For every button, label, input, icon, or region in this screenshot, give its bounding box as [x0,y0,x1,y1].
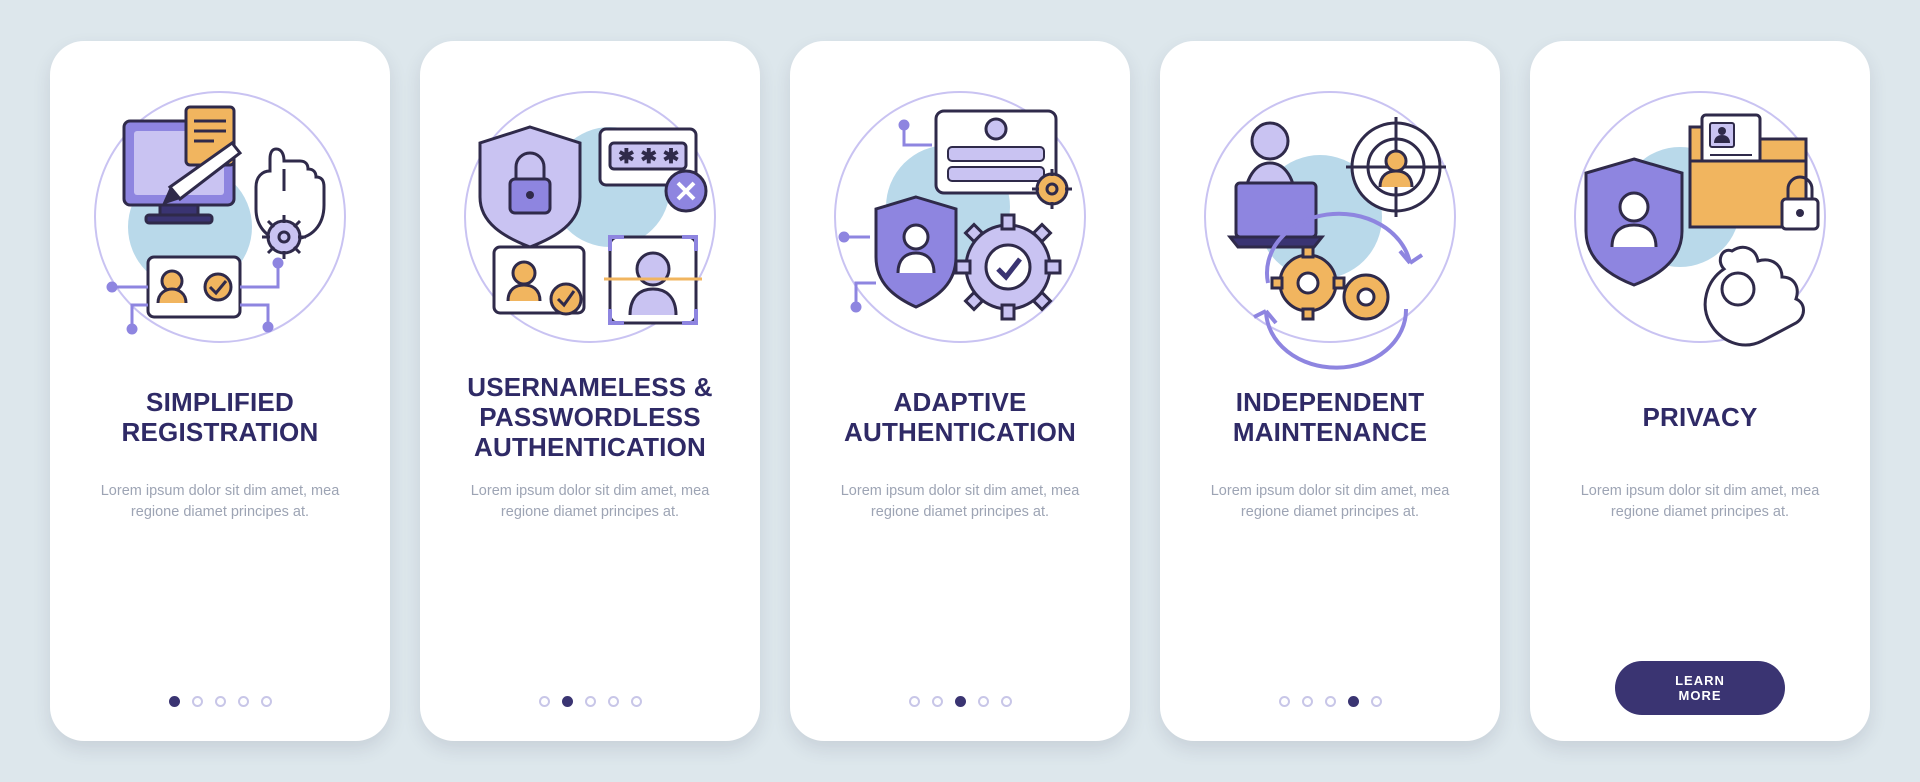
pagination-dots [420,696,760,707]
dot-5[interactable] [1371,696,1382,707]
maintenance-icon [1200,87,1460,347]
card-title: Usernameless &PasswordlessAuthentication [461,373,719,463]
card-description: Lorem ipsum dolor sit dim amet, mea regi… [448,481,732,523]
dot-3[interactable] [1325,696,1336,707]
card-description: Lorem ipsum dolor sit dim amet, mea regi… [1188,481,1472,523]
card-description: Lorem ipsum dolor sit dim amet, mea regi… [818,481,1102,523]
dot-5[interactable] [631,696,642,707]
dot-2[interactable] [932,696,943,707]
onboarding-card-4: IndependentMaintenance Lorem ipsum dolor… [1160,41,1500,741]
card-title: Privacy [1636,373,1763,463]
passwordless-icon: ✱ ✱ ✱ [460,87,720,347]
pagination-dots [790,696,1130,707]
adaptive-icon [830,87,1090,347]
dot-2[interactable] [192,696,203,707]
pagination-dots [50,696,390,707]
dot-4[interactable] [1348,696,1359,707]
dot-4[interactable] [238,696,249,707]
dot-3[interactable] [215,696,226,707]
dot-1[interactable] [169,696,180,707]
card-title: IndependentMaintenance [1227,373,1433,463]
dot-3[interactable] [955,696,966,707]
privacy-icon [1570,87,1830,347]
onboarding-card-1: SimplifiedRegistration Lorem ipsum dolor… [50,41,390,741]
card-title: SimplifiedRegistration [116,373,325,463]
onboarding-card-3: AdaptiveAuthentication Lorem ipsum dolor… [790,41,1130,741]
card-description: Lorem ipsum dolor sit dim amet, mea regi… [1558,481,1842,523]
dot-5[interactable] [1001,696,1012,707]
dot-2[interactable] [562,696,573,707]
svg-text:✱ ✱ ✱: ✱ ✱ ✱ [618,146,679,168]
pagination-dots [1160,696,1500,707]
registration-icon [90,87,350,347]
dot-1[interactable] [539,696,550,707]
card-description: Lorem ipsum dolor sit dim amet, mea regi… [78,481,362,523]
dot-1[interactable] [909,696,920,707]
dot-5[interactable] [261,696,272,707]
dot-1[interactable] [1279,696,1290,707]
onboarding-card-2: ✱ ✱ ✱ Usernameless &PasswordlessAuthenti… [420,41,760,741]
dot-4[interactable] [978,696,989,707]
dot-2[interactable] [1302,696,1313,707]
learn-more-button[interactable]: LEARN MORE [1615,661,1785,715]
card-title: AdaptiveAuthentication [838,373,1082,463]
dot-3[interactable] [585,696,596,707]
dot-4[interactable] [608,696,619,707]
onboarding-card-5: Privacy Lorem ipsum dolor sit dim amet, … [1530,41,1870,741]
